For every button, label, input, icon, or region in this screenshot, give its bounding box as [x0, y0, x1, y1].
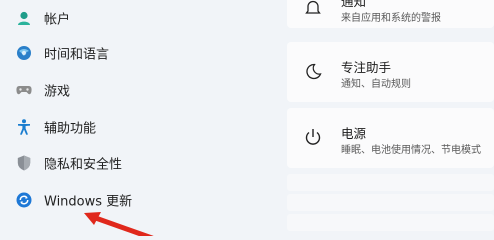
sidebar-item-privacy-security[interactable]: 隐私和安全性	[6, 146, 268, 180]
settings-item-placeholder[interactable]	[287, 194, 494, 211]
bell-icon	[301, 0, 325, 20]
sidebar-item-time-language[interactable]: 时间和语言	[6, 36, 268, 70]
sidebar-item-label: Windows 更新	[44, 194, 133, 210]
sidebar-item-accounts[interactable]: 帐户	[6, 1, 268, 35]
sidebar-item-accessibility[interactable]: 辅助功能	[6, 110, 268, 144]
focus-assist-subtitle: 通知、自动规则	[341, 79, 411, 90]
sidebar-item-label: 隐私和安全性	[44, 157, 123, 173]
accessibility-icon	[16, 119, 32, 135]
account-icon	[16, 10, 32, 26]
windows-update-icon	[16, 192, 32, 208]
sidebar-item-label: 辅助功能	[44, 121, 97, 137]
power-card[interactable]: 电源 睡眠、电池使用情况、节电模式	[287, 108, 494, 168]
notifications-subtitle: 来自应用和系统的警报	[341, 13, 441, 24]
power-icon	[301, 125, 325, 149]
moon-icon	[301, 60, 325, 84]
time-language-icon	[16, 45, 32, 61]
power-title: 电源	[341, 126, 367, 141]
shield-icon	[16, 155, 32, 171]
sidebar-item-label: 帐户	[44, 12, 71, 28]
settings-sidebar: 帐户 时间和语言 游戏 辅助功能 隐私和安全性 Windows 更新	[0, 0, 270, 233]
sidebar-item-label: 时间和语言	[44, 47, 110, 63]
annotation-arrow-icon	[84, 212, 154, 236]
settings-item-placeholder[interactable]	[287, 214, 494, 231]
sidebar-item-gaming[interactable]: 游戏	[6, 73, 268, 107]
notifications-card[interactable]: 通知 来自应用和系统的警报	[287, 0, 494, 28]
focus-assist-title: 专注助手	[341, 60, 392, 75]
settings-item-placeholder[interactable]	[287, 174, 494, 191]
sidebar-item-label: 游戏	[44, 84, 71, 100]
gaming-icon	[16, 82, 32, 98]
focus-assist-card[interactable]: 专注助手 通知、自动规则	[287, 42, 494, 102]
power-subtitle: 睡眠、电池使用情况、节电模式	[341, 145, 481, 156]
